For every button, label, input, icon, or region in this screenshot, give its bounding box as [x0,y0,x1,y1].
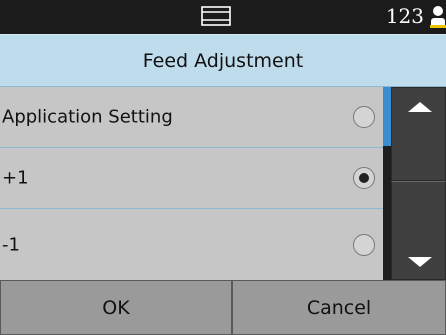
ok-button[interactable]: OK [0,280,232,335]
page-title: Feed Adjustment [142,49,304,72]
radio-button[interactable] [353,233,375,256]
scroll-down-button[interactable] [391,181,446,280]
arrow-down-icon [408,257,432,267]
options-list: Application Setting +1 -1 [0,87,383,280]
option-application-setting[interactable]: Application Setting [0,87,383,148]
scroll-buttons [391,87,446,280]
scrollbar-thumb[interactable] [383,87,391,146]
radio-button-selected[interactable] [353,167,375,189]
radio-button[interactable] [353,106,375,128]
option-plus-1[interactable]: +1 [0,148,383,209]
cancel-button[interactable]: Cancel [232,280,446,335]
scrollbar[interactable] [383,87,391,280]
option-label: Application Setting [2,106,173,128]
feed-adjustment-screen: 123 Feed Adjustment Application Setting … [0,0,446,335]
page-counter: 123 [385,4,424,28]
arrow-up-icon [408,102,432,112]
option-minus-1[interactable]: -1 [0,209,383,280]
option-label: -1 [2,234,20,255]
bottom-button-bar: OK Cancel [0,280,446,335]
title-bar: Feed Adjustment [0,34,446,87]
status-bar: 123 [0,0,446,34]
option-label: +1 [2,167,29,189]
user-icon [430,6,446,28]
scroll-up-button[interactable] [391,87,446,181]
scanner-icon [201,6,231,26]
